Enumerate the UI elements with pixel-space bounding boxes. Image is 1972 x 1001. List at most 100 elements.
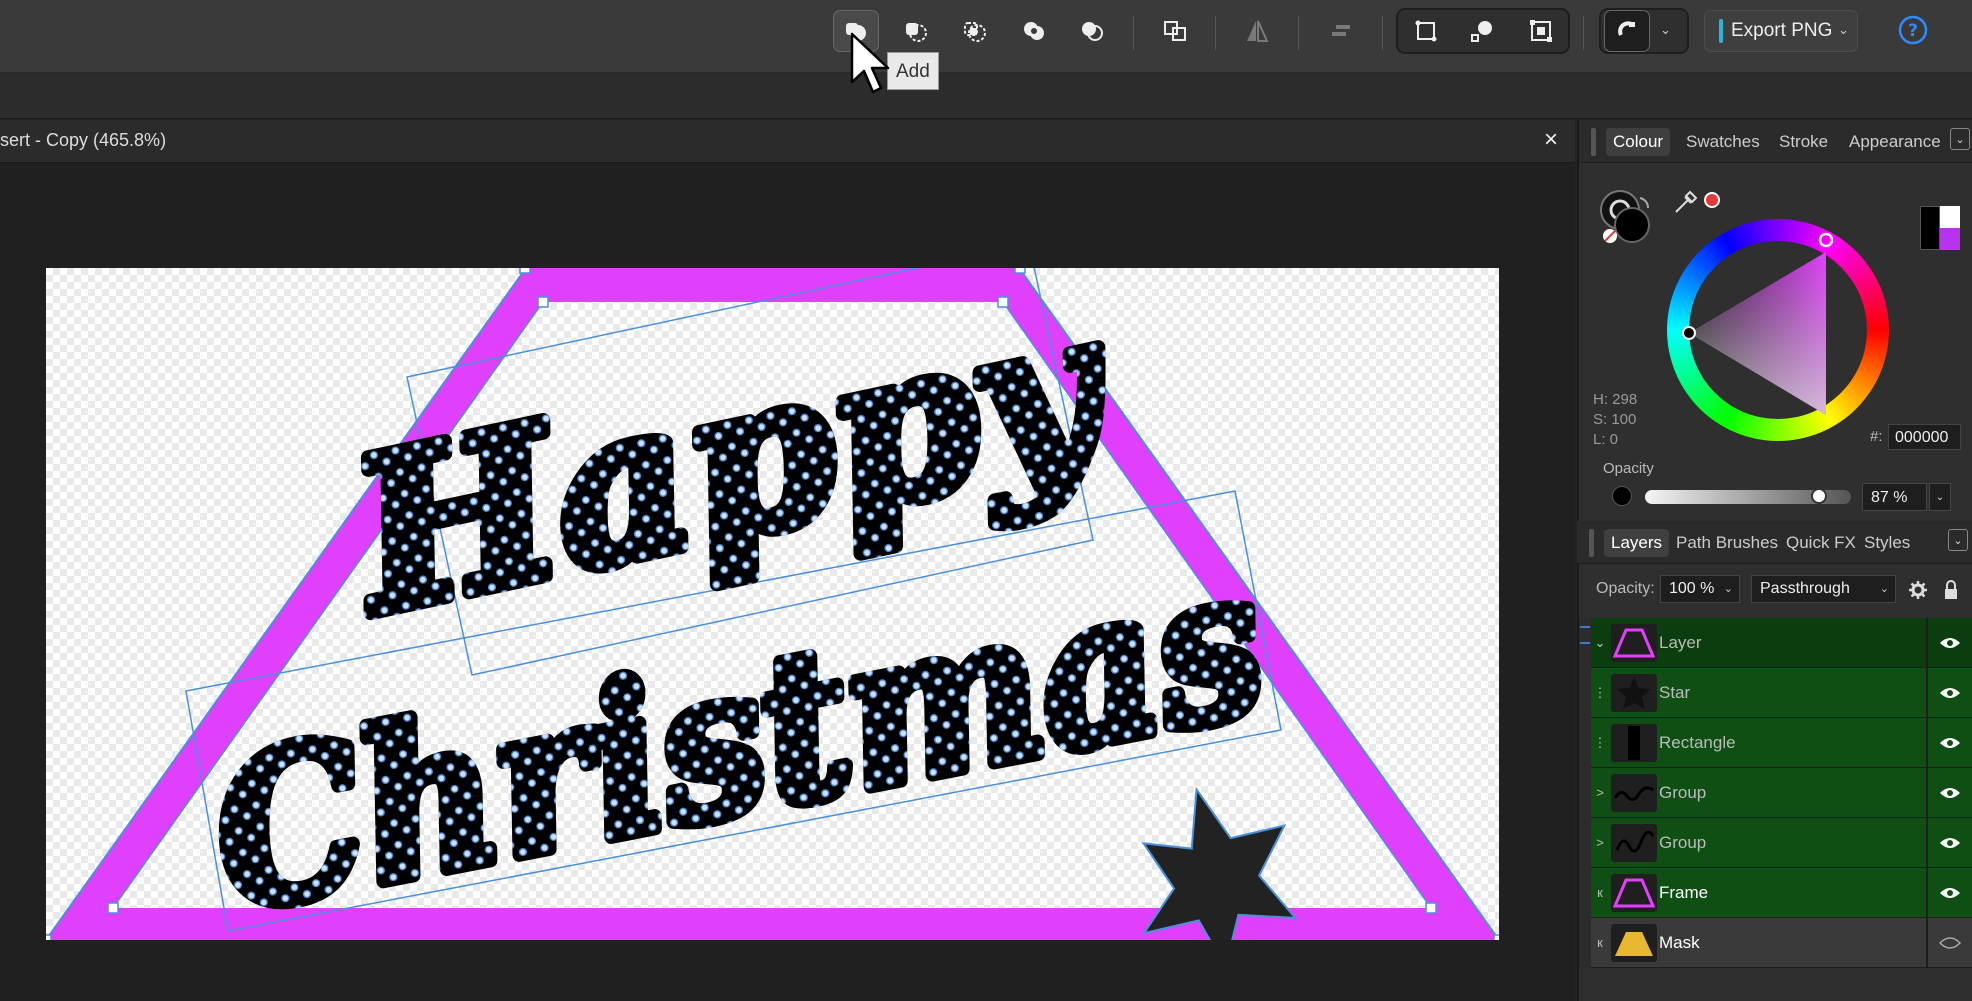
rectangle-thumb-icon — [1611, 724, 1657, 762]
eye-icon[interactable] — [1926, 668, 1972, 718]
tab-styles[interactable]: Styles — [1857, 529, 1917, 557]
gear-icon[interactable] — [1908, 580, 1928, 600]
close-document-icon[interactable]: × — [1544, 126, 1558, 154]
snapping-button[interactable] — [1604, 10, 1650, 52]
snapping-dropdown-icon[interactable]: ⌄ — [1660, 22, 1671, 38]
colour-triangle[interactable] — [1667, 219, 1889, 441]
bounding-box-icon — [1530, 20, 1552, 42]
tab-stroke[interactable]: Stroke — [1772, 128, 1835, 156]
boolean-xor-button[interactable] — [1011, 10, 1057, 52]
eyedropper-icon[interactable] — [1670, 186, 1702, 218]
align-icon — [1332, 25, 1350, 36]
colour-opacity-label: Opacity — [1603, 460, 1654, 477]
fill-stroke-wells[interactable] — [1598, 188, 1658, 250]
tab-colour[interactable]: Colour — [1606, 128, 1671, 156]
subtract-icon — [906, 23, 927, 42]
export-label: Export PNG — [1731, 20, 1833, 41]
export-dropdown-icon[interactable]: ⌄ — [1838, 22, 1849, 38]
transform-origin-button[interactable] — [1403, 10, 1449, 52]
eye-icon[interactable] — [1926, 868, 1972, 918]
christmas-thumb-icon — [1611, 774, 1657, 812]
hue-readout: H: 298 — [1593, 391, 1638, 408]
layer-row[interactable]: ⋮ Rectangle — [1579, 718, 1972, 768]
recent-colours[interactable] — [1920, 206, 1960, 250]
opacity-slider-knob[interactable] — [1811, 488, 1827, 504]
expand-arrow-icon[interactable]: > — [1591, 768, 1609, 818]
layer-name: Layer — [1659, 633, 1702, 652]
document-title: sert - Copy (465.8%) — [0, 130, 167, 150]
collapse-layers-panel-icon[interactable]: ⌄ — [1948, 529, 1968, 551]
layer-row[interactable]: к Frame — [1579, 868, 1972, 918]
happy-thumb-icon — [1611, 824, 1657, 862]
intersect-icon — [964, 22, 986, 42]
help-icon[interactable]: ? — [1897, 14, 1929, 46]
export-png-button[interactable]: Export PNG — [1704, 10, 1858, 52]
eye-icon[interactable] — [1926, 618, 1972, 668]
opacity-value-field[interactable]: 87 % — [1862, 483, 1927, 511]
layers-list: ⌄ Layer ⋮ Star ⋮ Rectangle > Group > Gro… — [1579, 618, 1972, 968]
mask-link-icon: к — [1597, 935, 1603, 950]
layer-name: Mask — [1659, 933, 1700, 952]
artwork[interactable]: Happy Happy Christmas Christmas — [46, 268, 1499, 940]
node-snap-icon — [1471, 21, 1492, 42]
layer-thumb-icon — [1611, 624, 1657, 662]
boolean-intersect-button[interactable] — [952, 10, 998, 52]
saturation-readout: S: 100 — [1593, 411, 1637, 428]
eye-icon[interactable] — [1926, 818, 1972, 868]
expand-arrow-icon[interactable]: > — [1591, 818, 1609, 868]
layers-panel-tabs: Layers Path Brushes Quick FX Styles ⌄ — [1577, 521, 1972, 564]
layer-row[interactable]: > Group — [1579, 768, 1972, 818]
align-button[interactable] — [1319, 10, 1365, 52]
compound-icon — [1164, 21, 1186, 41]
layer-name: Frame — [1659, 883, 1709, 902]
blend-mode-select[interactable]: Passthrough ⌄ — [1751, 575, 1896, 603]
tab-quick-fx[interactable]: Quick FX — [1779, 529, 1863, 557]
fx-indicator-icon: ⋮ — [1593, 735, 1607, 750]
context-toolbar — [0, 74, 1972, 119]
boolean-subtract-button[interactable] — [893, 10, 939, 52]
expand-chevron-icon[interactable]: ⌄ — [1591, 618, 1609, 668]
eye-icon[interactable] — [1926, 768, 1972, 818]
transform-icon — [1415, 20, 1437, 42]
frame-thumb-icon — [1611, 874, 1657, 912]
artboard[interactable]: Happy Happy Christmas Christmas — [46, 268, 1499, 940]
layer-row[interactable]: к Mask — [1579, 918, 1972, 968]
bounding-box-button[interactable] — [1518, 10, 1564, 52]
layer-name: Group — [1659, 833, 1707, 852]
layer-row[interactable]: ⌄ Layer — [1579, 618, 1972, 668]
document-tab[interactable]: sert - Copy (465.8%) × — [0, 120, 1575, 163]
picked-colour-swatch[interactable] — [1704, 192, 1720, 208]
export-accent-bar — [1719, 19, 1723, 43]
add-tooltip: Add — [887, 52, 939, 90]
opacity-dropdown-icon[interactable]: ⌄ — [1929, 483, 1951, 511]
layer-opacity-value: 100 % — [1669, 580, 1715, 597]
tab-appearance[interactable]: Appearance — [1842, 128, 1948, 156]
tab-path-brushes[interactable]: Path Brushes — [1669, 529, 1785, 557]
xor-icon — [1024, 22, 1044, 40]
flip-button[interactable] — [1234, 10, 1280, 52]
opacity-colour-dot — [1612, 486, 1632, 506]
boolean-divide-button[interactable] — [1069, 10, 1115, 52]
layer-opacity-field[interactable]: 100 % ⌄ — [1660, 575, 1740, 603]
tab-layers[interactable]: Layers — [1604, 529, 1670, 557]
collapse-colour-panel-icon[interactable]: ⌄ — [1950, 128, 1970, 150]
mask-link-icon: к — [1597, 885, 1603, 900]
layer-row[interactable]: ⋮ Star — [1579, 668, 1972, 718]
layer-name: Star — [1659, 683, 1691, 702]
layer-name: Group — [1659, 783, 1707, 802]
canvas-area[interactable]: Happy Happy Christmas Christmas — [0, 163, 1575, 1001]
magnet-icon — [1618, 21, 1635, 36]
layer-name: Rectangle — [1659, 733, 1736, 752]
layer-row[interactable]: > Group — [1579, 818, 1972, 868]
tab-swatches[interactable]: Swatches — [1679, 128, 1767, 156]
lock-icon[interactable] — [1942, 579, 1960, 601]
hex-prefix: #: — [1870, 428, 1883, 445]
main-toolbar: ⌄ Export PNG ⌄ ? — [0, 0, 1972, 74]
colour-panel-tabs: Colour Swatches Stroke Appearance ⌄ — [1579, 120, 1972, 163]
divide-icon — [1082, 22, 1103, 41]
compound-button[interactable] — [1152, 10, 1198, 52]
hex-input[interactable]: 000000 — [1888, 424, 1961, 450]
eye-hidden-icon[interactable] — [1926, 918, 1972, 968]
node-snap-button[interactable] — [1459, 10, 1505, 52]
eye-icon[interactable] — [1926, 718, 1972, 768]
